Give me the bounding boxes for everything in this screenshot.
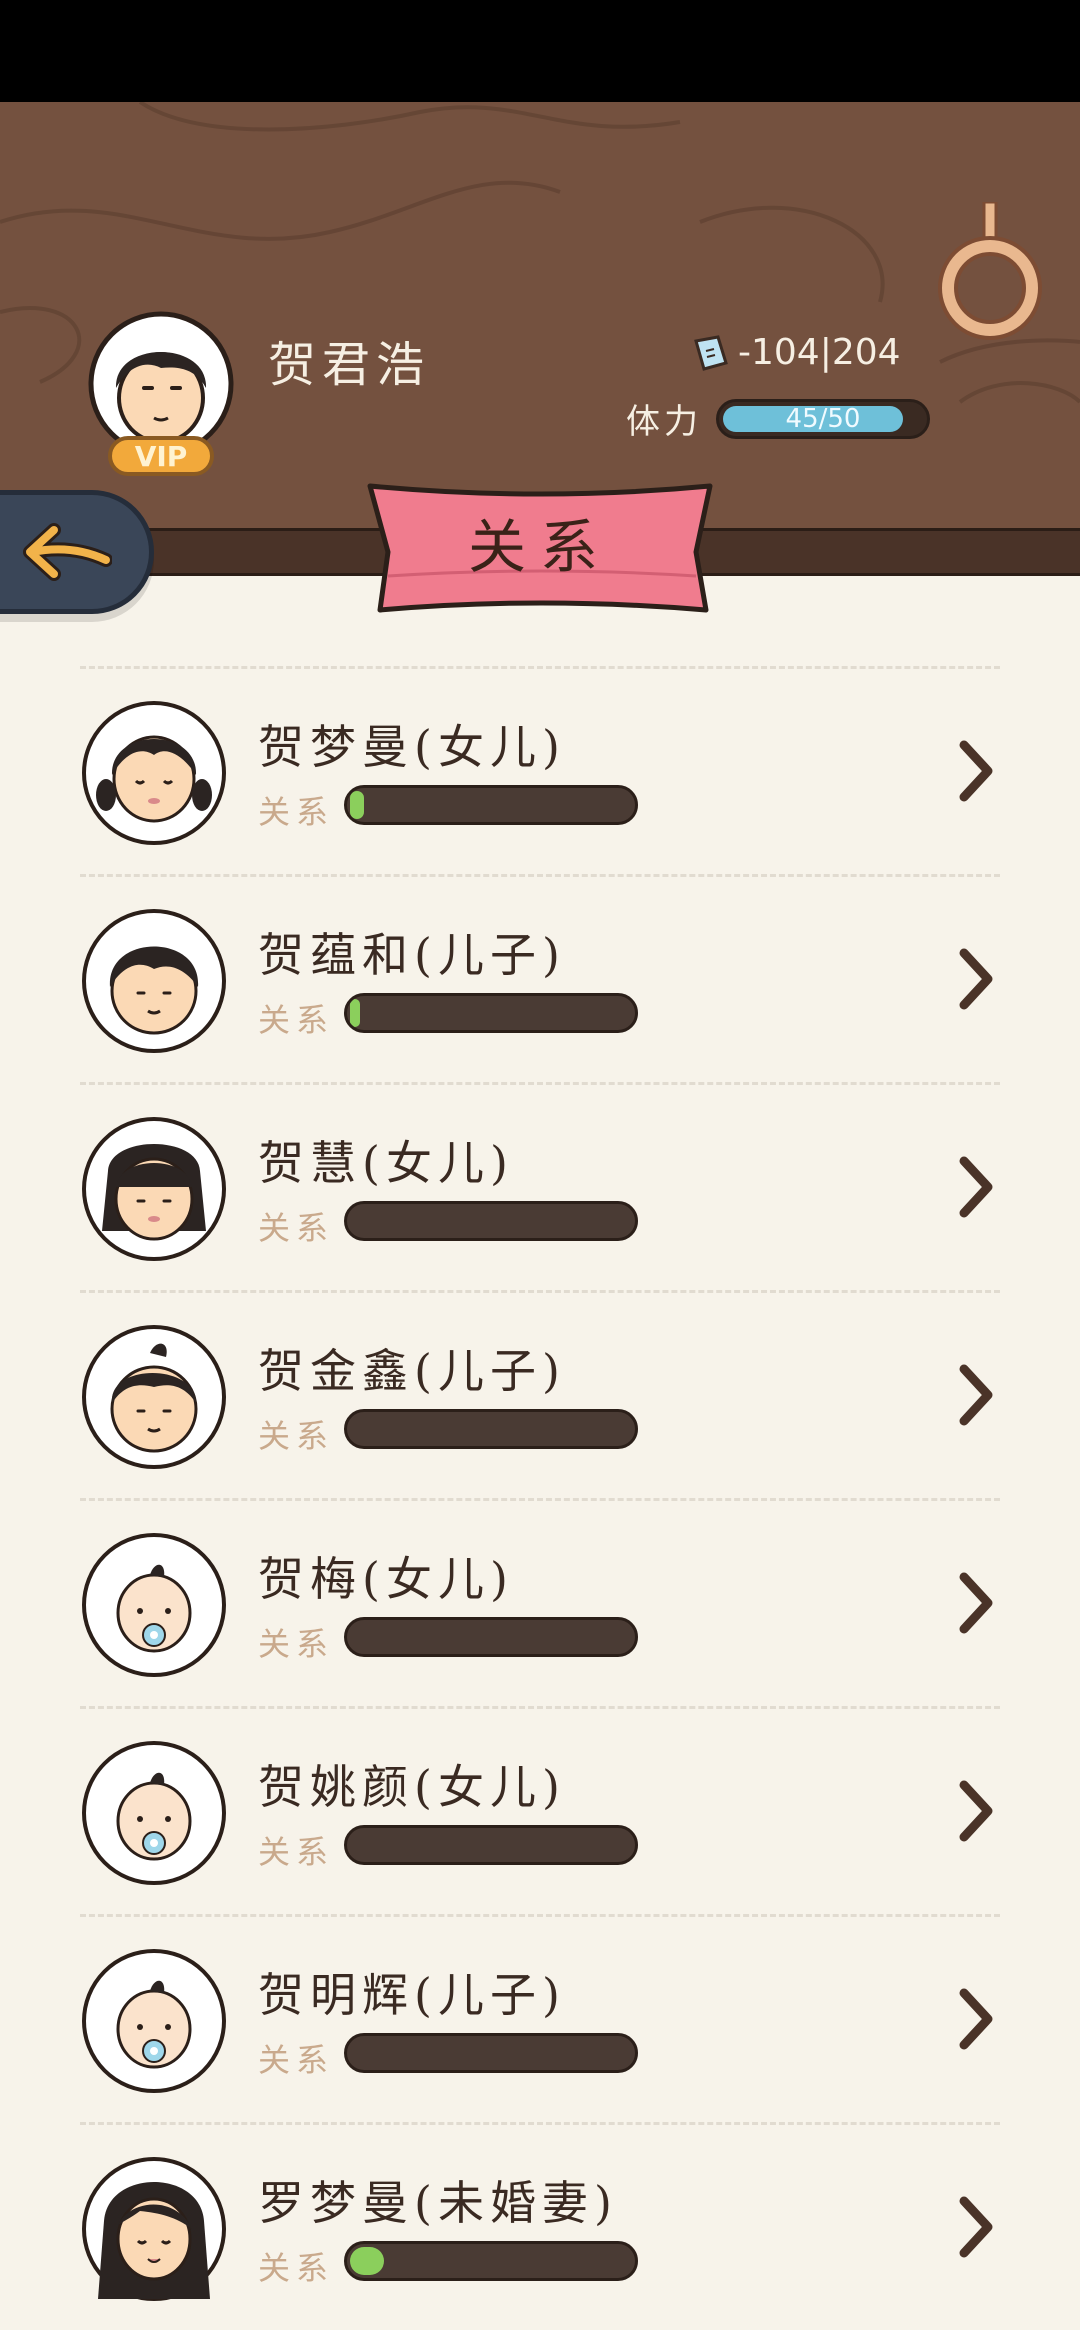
relationship-label: 关系 — [258, 1209, 335, 1247]
relationship-bar-fill — [350, 999, 360, 1027]
woman-long-hair-icon — [80, 2155, 228, 2303]
relationship-row[interactable]: 罗梦曼(未婚妻) 关系 — [80, 2122, 1000, 2330]
relationship-name: 贺慧(女儿) — [258, 1136, 514, 1190]
relationship-name: 贺梅(女儿) — [258, 1552, 514, 1606]
relationship-name: 贺蕴和(儿子) — [258, 928, 566, 982]
money-display: -104|204 — [690, 332, 901, 373]
relationship-bar-fill — [350, 791, 364, 819]
relationship-label: 关系 — [258, 1833, 335, 1871]
relationship-bar — [344, 2033, 638, 2073]
relationship-row[interactable]: 贺金鑫(儿子) 关系 — [80, 1290, 1000, 1498]
relationship-bar — [344, 1201, 638, 1241]
stamina-label: 体力 — [626, 402, 702, 442]
relationship-row[interactable]: 贺蕴和(儿子) 关系 — [80, 874, 1000, 1082]
relationship-label: 关系 — [258, 1417, 335, 1455]
relationship-name: 贺姚颜(女儿) — [258, 1760, 566, 1814]
chevron-right-icon[interactable] — [956, 1363, 996, 1427]
relationship-label: 关系 — [258, 2041, 335, 2079]
relationship-name: 贺明辉(儿子) — [258, 1968, 566, 2022]
relationship-label: 关系 — [258, 1625, 335, 1663]
chevron-right-icon[interactable] — [956, 739, 996, 803]
relationship-bar — [344, 1409, 638, 1449]
chevron-right-icon[interactable] — [956, 1779, 996, 1843]
status-bar — [0, 0, 1080, 102]
relationship-row[interactable]: 贺姚颜(女儿) 关系 — [80, 1706, 1000, 1914]
relationship-row[interactable]: 贺梅(女儿) 关系 — [80, 1498, 1000, 1706]
relationship-row[interactable]: 贺明辉(儿子) 关系 — [80, 1914, 1000, 2122]
relationship-label: 关系 — [258, 793, 335, 831]
girl-pigtails-icon — [80, 699, 228, 847]
relationship-row[interactable]: 贺梦曼(女儿) 关系 — [80, 666, 1000, 874]
money-value: -104|204 — [738, 332, 901, 373]
back-arrow-icon — [23, 523, 112, 581]
girl-bangs-icon — [80, 1115, 228, 1263]
relationship-label: 关系 — [258, 2249, 335, 2287]
boy-tuft-icon — [80, 1323, 228, 1471]
relationship-list: 贺梦曼(女儿) 关系 贺蕴和(儿子) 关系 贺慧(女儿) 关系 贺金鑫(儿子) … — [80, 666, 1000, 2330]
page-title: 关系 — [467, 513, 612, 581]
chevron-right-icon[interactable] — [956, 1155, 996, 1219]
relationship-name: 罗梦曼(未婚妻) — [258, 2176, 618, 2230]
relationship-name: 贺金鑫(儿子) — [258, 1344, 566, 1398]
player-name: 贺君浩 — [268, 337, 431, 393]
chevron-right-icon[interactable] — [956, 1987, 996, 2051]
relationship-bar — [344, 993, 638, 1033]
money-ticket-icon — [694, 334, 728, 371]
vip-badge: VIP — [134, 440, 188, 473]
chevron-right-icon[interactable] — [956, 947, 996, 1011]
stamina-text: 45/50 — [785, 403, 861, 434]
relationship-label: 关系 — [258, 1001, 335, 1039]
relationship-bar — [344, 1825, 638, 1865]
boy-icon — [80, 907, 228, 1055]
relationship-row[interactable]: 贺慧(女儿) 关系 — [80, 1082, 1000, 1290]
relationship-bar-fill — [350, 2247, 384, 2275]
baby-icon — [80, 1739, 228, 1887]
relationship-bar — [344, 1617, 638, 1657]
relationship-bar — [344, 785, 638, 825]
chevron-right-icon[interactable] — [956, 1571, 996, 1635]
back-button[interactable] — [0, 490, 154, 614]
chevron-right-icon[interactable] — [956, 2195, 996, 2259]
baby-icon — [80, 1947, 228, 2095]
player-avatar[interactable]: VIP — [86, 310, 236, 480]
stamina-bar: 45/50 — [716, 398, 930, 439]
relationship-name: 贺梦曼(女儿) — [258, 720, 566, 774]
hanging-ring-icon[interactable] — [930, 202, 1050, 342]
baby-icon — [80, 1531, 228, 1679]
relationship-bar — [344, 2241, 638, 2281]
stamina: 体力 45/50 — [626, 394, 930, 443]
